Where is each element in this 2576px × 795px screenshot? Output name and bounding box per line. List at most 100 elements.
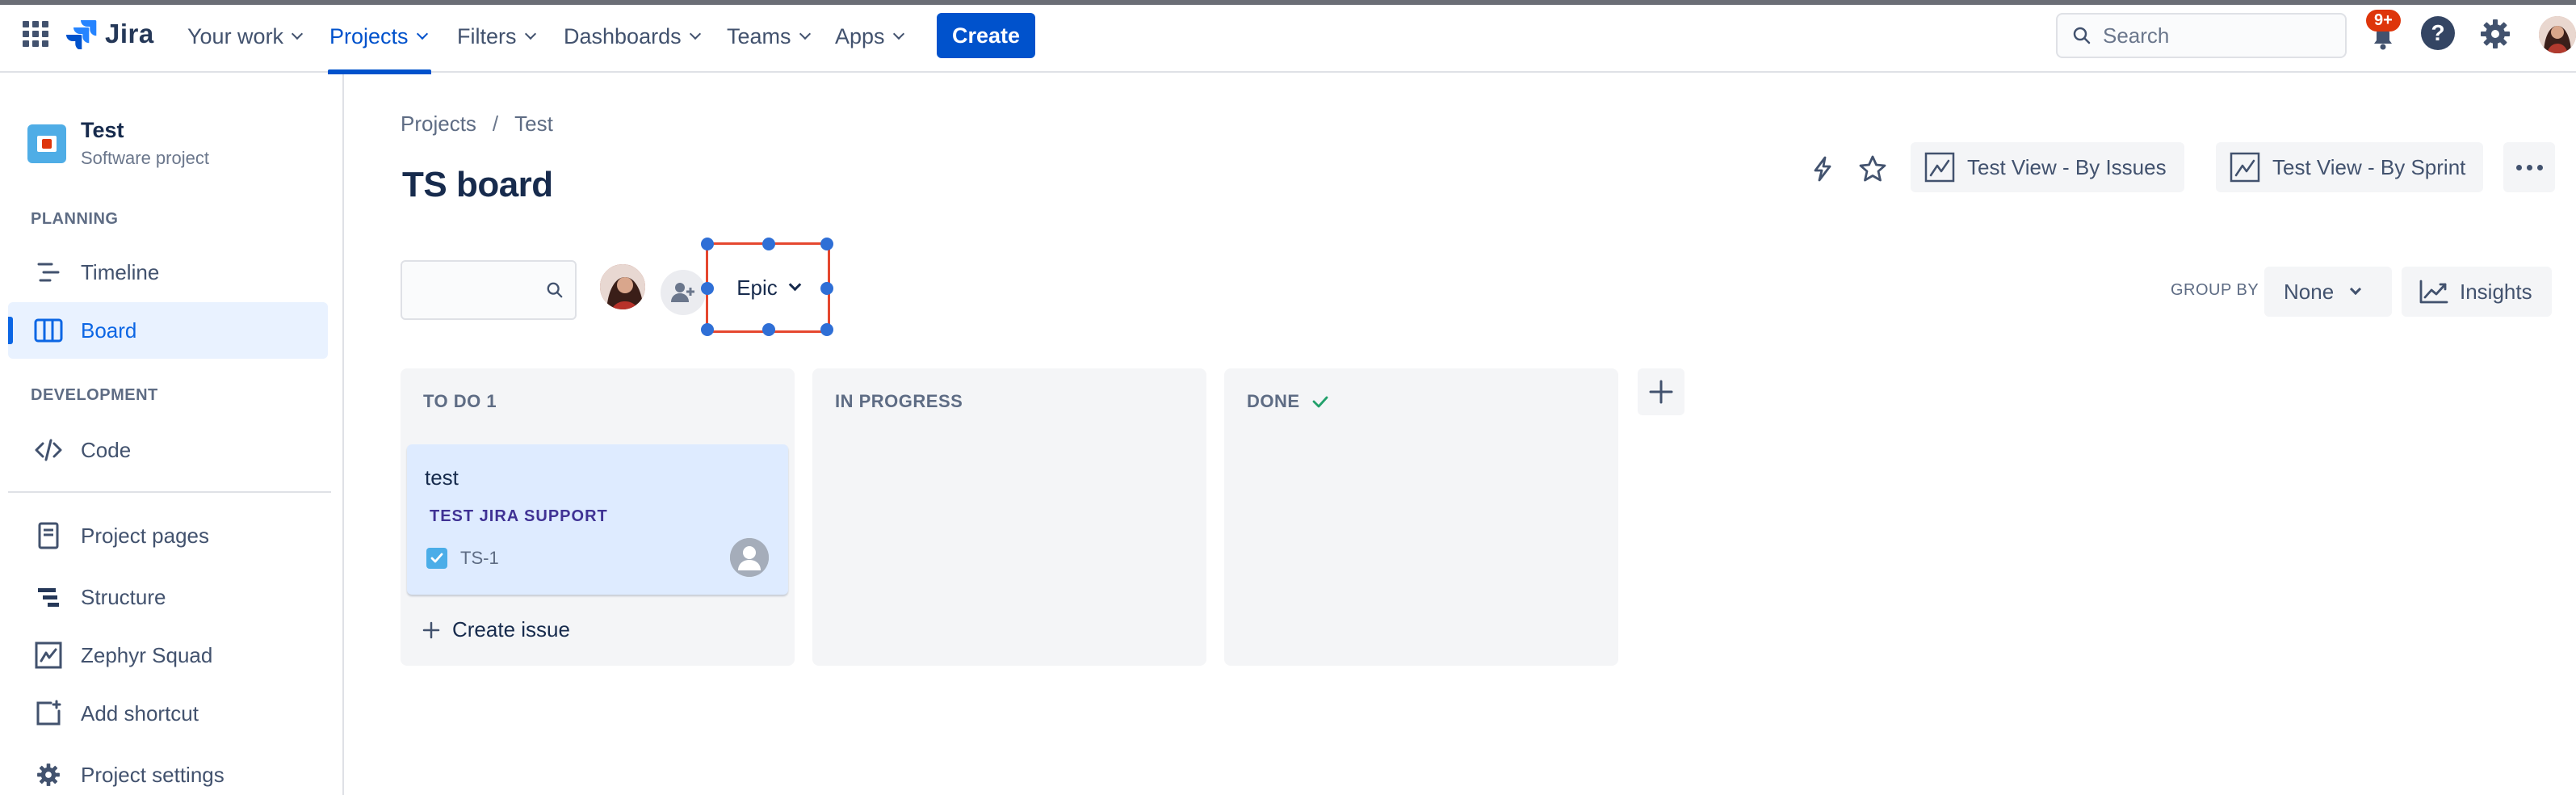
add-column-button[interactable] [1638,368,1684,415]
test-view-by-issues-button[interactable]: Test View - By Issues [1911,142,2184,192]
global-search[interactable] [2056,13,2347,58]
sidebar-item-label: Structure [81,584,166,609]
sidebar-item-label: Project pages [81,523,209,548]
nav-apps[interactable]: Apps [835,19,904,53]
board-icon [34,316,63,345]
search-icon [2073,27,2091,44]
zephyr-icon [2230,152,2260,183]
avatar-image [600,264,645,309]
jira-logo-icon [66,20,97,49]
zephyr-icon [1924,152,1955,183]
nav-teams-label: Teams [727,23,791,48]
structure-icon [34,583,63,612]
sidebar-divider [8,491,331,493]
insights-chart-icon [2419,280,2448,304]
plus-icon [1649,380,1673,404]
insights-label: Insights [2460,279,2532,304]
column-title: TO DO 1 [423,391,497,411]
breadcrumb: Projects / Test [401,111,553,137]
help-icon[interactable]: ? [2421,16,2455,50]
automation-lightning-icon[interactable] [1804,150,1841,187]
project-name: Test [81,118,124,142]
nav-your-work[interactable]: Your work [187,19,304,53]
sidebar-item-add-shortcut[interactable]: Add shortcut [8,685,328,742]
issue-card-title: test [425,465,459,490]
assignee-filter-avatar[interactable] [598,262,648,312]
top-navigation: Jira Your work Projects Filters Dashboar… [0,5,2576,74]
chevron-down-icon [416,27,428,40]
group-by-value: None [2284,279,2335,304]
create-issue-button[interactable]: Create issue [422,617,570,642]
page-title: TS board [402,165,553,204]
epic-filter-dropdown[interactable]: Epic [706,242,830,333]
sidebar-item-label: Board [81,318,137,343]
checkmark-icon [1312,396,1328,408]
star-icon[interactable] [1854,150,1891,187]
board-search-input[interactable] [412,275,533,297]
sidebar-item-project-pages[interactable]: Project pages [8,507,328,564]
plus-icon [422,621,440,638]
column-title: IN PROGRESS [835,391,963,411]
nav-projects-label: Projects [329,23,409,48]
nav-projects[interactable]: Projects [329,19,428,53]
development-section-label: DEVELOPMENT [31,386,158,404]
search-icon [547,282,563,298]
column-header: TO DO 1 [423,391,497,412]
nav-filters-label: Filters [457,23,517,48]
chevron-down-icon [689,27,701,40]
code-icon [34,435,63,465]
create-button[interactable]: Create [937,13,1035,58]
sidebar-item-label: Code [81,437,132,462]
issue-card[interactable]: test TEST JIRA SUPPORT TS-1 [407,444,788,595]
more-actions-icon[interactable] [2503,142,2555,192]
project-avatar-icon [27,124,66,163]
chevron-down-icon [2350,283,2362,296]
jira-logo[interactable]: Jira [66,19,154,49]
sidebar-item-structure[interactable]: Structure [8,569,328,625]
issue-key[interactable]: TS-1 [460,548,499,569]
issue-epic-lozenge[interactable]: TEST JIRA SUPPORT [430,507,608,526]
project-sidebar: Test Software project PLANNING Timeline … [0,74,344,795]
breadcrumb-test[interactable]: Test [514,111,553,137]
chevron-down-icon [799,27,811,40]
board-column-todo: TO DO 1 test TEST JIRA SUPPORT TS-1 Crea… [401,368,795,666]
nav-dashboards[interactable]: Dashboards [564,19,701,53]
zephyr-icon [34,641,63,670]
add-shortcut-icon [34,699,63,728]
insights-button[interactable]: Insights [2402,267,2552,317]
sidebar-item-timeline[interactable]: Timeline [8,244,328,301]
unassigned-avatar-icon[interactable] [730,538,769,577]
chevron-down-icon [788,278,802,291]
board-column-done: DONE [1224,368,1618,666]
pages-icon [34,521,63,550]
chevron-down-icon [892,27,904,40]
sidebar-item-board[interactable]: Board [8,302,328,359]
sidebar-item-label: Zephyr Squad [81,642,213,667]
project-header[interactable]: Test Software project [27,118,209,169]
user-avatar[interactable] [2539,16,2576,53]
planning-section-label: PLANNING [31,210,119,228]
sidebar-item-zephyr-squad[interactable]: Zephyr Squad [8,627,328,684]
app-switcher-icon[interactable] [21,19,50,48]
epic-filter-label: Epic [736,275,778,300]
breadcrumb-projects[interactable]: Projects [401,111,476,137]
group-by-dropdown[interactable]: None [2264,267,2392,317]
board-search-field[interactable] [401,260,577,320]
notifications-badge: 9+ [2366,10,2401,32]
sidebar-item-code[interactable]: Code [8,422,328,478]
group-by-label: GROUP BY [2171,281,2259,299]
nav-filters[interactable]: Filters [457,19,536,53]
chevron-down-icon [524,27,536,40]
test-view-by-sprint-label: Test View - By Sprint [2272,154,2466,179]
test-view-by-sprint-button[interactable]: Test View - By Sprint [2216,142,2484,192]
add-people-icon[interactable] [661,270,706,315]
test-view-by-issues-label: Test View - By Issues [1967,154,2167,179]
sidebar-item-label: Add shortcut [81,700,199,726]
nav-teams[interactable]: Teams [727,19,811,53]
search-input[interactable] [2103,23,2329,48]
sidebar-item-label: Project settings [81,762,224,787]
settings-gear-icon[interactable] [2477,16,2513,52]
sidebar-item-project-settings[interactable]: Project settings [8,747,328,795]
gear-icon [34,760,63,789]
jira-logo-text: Jira [105,19,154,48]
